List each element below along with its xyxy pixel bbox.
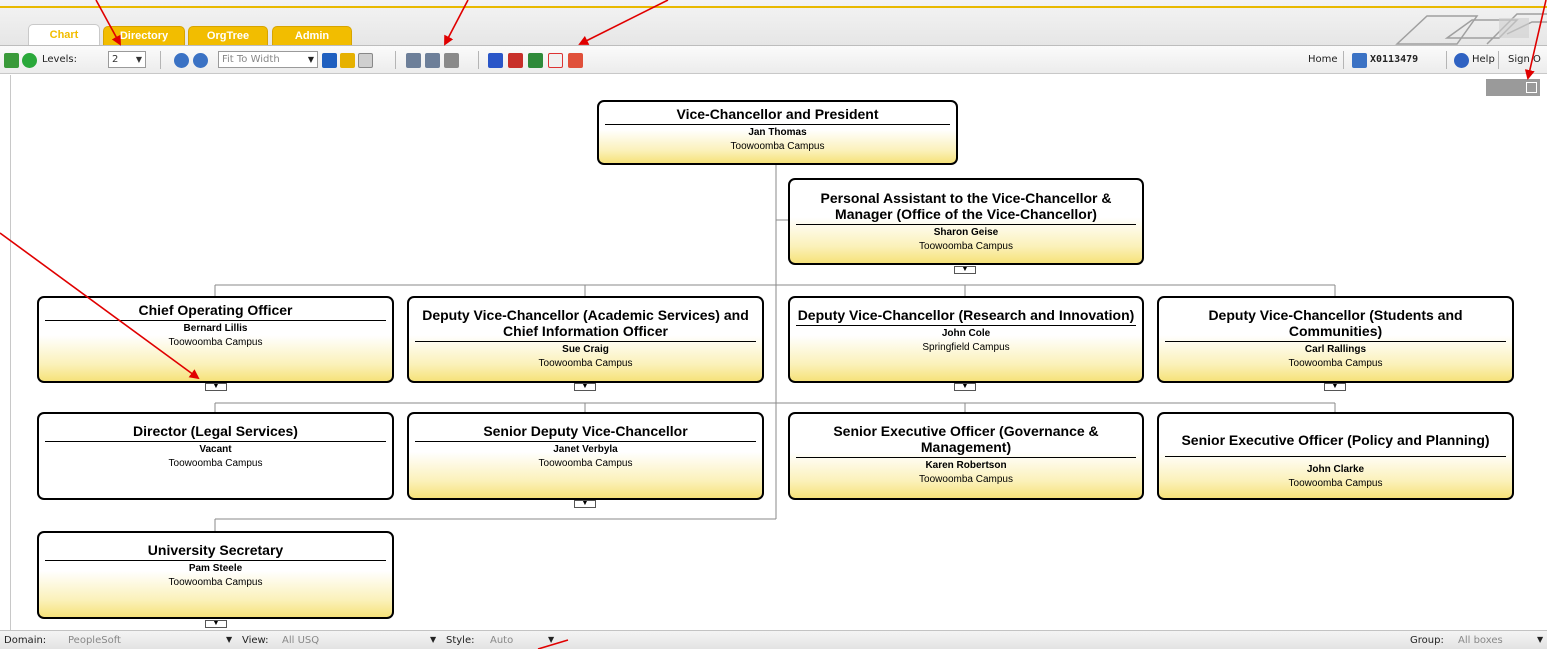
- node-location: Toowoomba Campus: [730, 141, 825, 152]
- style-label: Style:: [446, 635, 475, 646]
- node-divider: [45, 320, 386, 321]
- expand-toggle[interactable]: ▼: [954, 266, 976, 274]
- chevron-down-icon[interactable]: ▼: [226, 635, 232, 644]
- node-title: Senior Deputy Vice-Chancellor: [483, 423, 688, 439]
- view-label: View:: [242, 635, 269, 646]
- node-location: Toowoomba Campus: [168, 458, 263, 469]
- org-node-seo-policy[interactable]: Senior Executive Officer (Policy and Pla…: [1157, 412, 1514, 500]
- org-node-dvc-research[interactable]: Deputy Vice-Chancellor (Research and Inn…: [788, 296, 1144, 383]
- node-location: Toowoomba Campus: [919, 474, 1013, 485]
- org-node-vice-chancellor[interactable]: Vice-Chancellor and President Jan Thomas…: [597, 100, 958, 165]
- chevron-down-icon[interactable]: ▼: [1537, 635, 1543, 644]
- org-node-dvc-academic-services[interactable]: Deputy Vice-Chancellor (Academic Service…: [407, 296, 764, 383]
- node-location: Springfield Campus: [922, 342, 1010, 353]
- node-person: Bernard Lillis: [183, 323, 248, 334]
- chevron-down-icon[interactable]: ▼: [430, 635, 436, 644]
- org-node-seo-governance[interactable]: Senior Executive Officer (Governance & M…: [788, 412, 1144, 500]
- node-location: Toowoomba Campus: [538, 458, 633, 469]
- node-location: Toowoomba Campus: [168, 577, 263, 588]
- node-title: Chief Operating Officer: [138, 302, 293, 318]
- node-divider: [415, 341, 756, 342]
- chevron-down-icon[interactable]: ▼: [548, 635, 554, 644]
- expand-toggle[interactable]: ▼: [205, 383, 227, 391]
- node-divider: [45, 560, 386, 561]
- node-title: Deputy Vice-Chancellor (Research and Inn…: [797, 307, 1135, 323]
- node-divider: [1165, 456, 1506, 457]
- node-person: Sue Craig: [562, 344, 609, 355]
- view-select[interactable]: All USQ: [282, 635, 319, 646]
- node-title: University Secretary: [147, 542, 284, 558]
- node-title: Deputy Vice-Chancellor (Academic Service…: [422, 307, 749, 339]
- style-select[interactable]: Auto: [490, 635, 513, 646]
- expand-toggle[interactable]: ▼: [574, 500, 596, 508]
- node-person: Sharon Geise: [933, 227, 999, 238]
- org-node-chief-operating-officer[interactable]: Chief Operating Officer Bernard Lillis T…: [37, 296, 394, 383]
- node-title: Senior Executive Officer (Governance & M…: [833, 423, 1099, 455]
- node-divider: [605, 124, 950, 125]
- expand-toggle[interactable]: ▼: [1324, 383, 1346, 391]
- node-title: Senior Executive Officer (Policy and Pla…: [1181, 432, 1490, 448]
- node-divider: [796, 325, 1136, 326]
- node-divider: [415, 441, 756, 442]
- node-person: Jan Thomas: [748, 127, 807, 138]
- domain-label: Domain:: [4, 635, 47, 646]
- expand-toggle[interactable]: ▼: [954, 383, 976, 391]
- expand-toggle[interactable]: ▼: [574, 383, 596, 391]
- expand-toggle[interactable]: ▼: [205, 620, 227, 628]
- node-title: Deputy Vice-Chancellor (Students and Com…: [1208, 307, 1463, 339]
- org-node-senior-dvc[interactable]: Senior Deputy Vice-Chancellor Janet Verb…: [407, 412, 764, 500]
- node-location: Toowoomba Campus: [919, 241, 1013, 252]
- group-select[interactable]: All boxes: [1458, 635, 1503, 646]
- window-icon: [1526, 82, 1537, 93]
- node-location: Toowoomba Campus: [168, 337, 263, 348]
- group-label: Group:: [1410, 635, 1444, 646]
- node-location: Toowoomba Campus: [538, 358, 633, 369]
- node-title: Director (Legal Services): [133, 423, 298, 439]
- node-divider: [1165, 341, 1506, 342]
- node-divider: [796, 457, 1136, 458]
- node-location: Toowoomba Campus: [1288, 358, 1383, 369]
- node-title: Personal Assistant to the Vice-Chancello…: [820, 190, 1112, 222]
- node-person: Pam Steele: [188, 563, 243, 574]
- node-person: Janet Verbyla: [553, 444, 618, 455]
- node-person: Karen Robertson: [925, 460, 1007, 471]
- node-divider: [45, 441, 386, 442]
- org-node-legal-services[interactable]: Director (Legal Services) Vacant Toowoom…: [37, 412, 394, 500]
- org-node-university-secretary[interactable]: University Secretary Pam Steele Toowoomb…: [37, 531, 394, 619]
- node-divider: [796, 224, 1136, 225]
- node-person: Carl Rallings: [1304, 344, 1367, 355]
- domain-select[interactable]: PeopleSoft: [68, 635, 121, 646]
- minimize-panel-button[interactable]: [1486, 79, 1540, 96]
- node-title: Vice-Chancellor and President: [676, 106, 879, 122]
- node-person: John Clarke: [1306, 464, 1365, 475]
- status-bar: Domain: PeopleSoft ▼ View: All USQ ▼ Sty…: [0, 630, 1547, 649]
- node-person: Vacant: [199, 444, 232, 455]
- org-node-personal-assistant[interactable]: Personal Assistant to the Vice-Chancello…: [788, 178, 1144, 265]
- node-person: John Cole: [941, 328, 991, 339]
- node-location: Toowoomba Campus: [1288, 478, 1383, 489]
- org-node-dvc-students[interactable]: Deputy Vice-Chancellor (Students and Com…: [1157, 296, 1514, 383]
